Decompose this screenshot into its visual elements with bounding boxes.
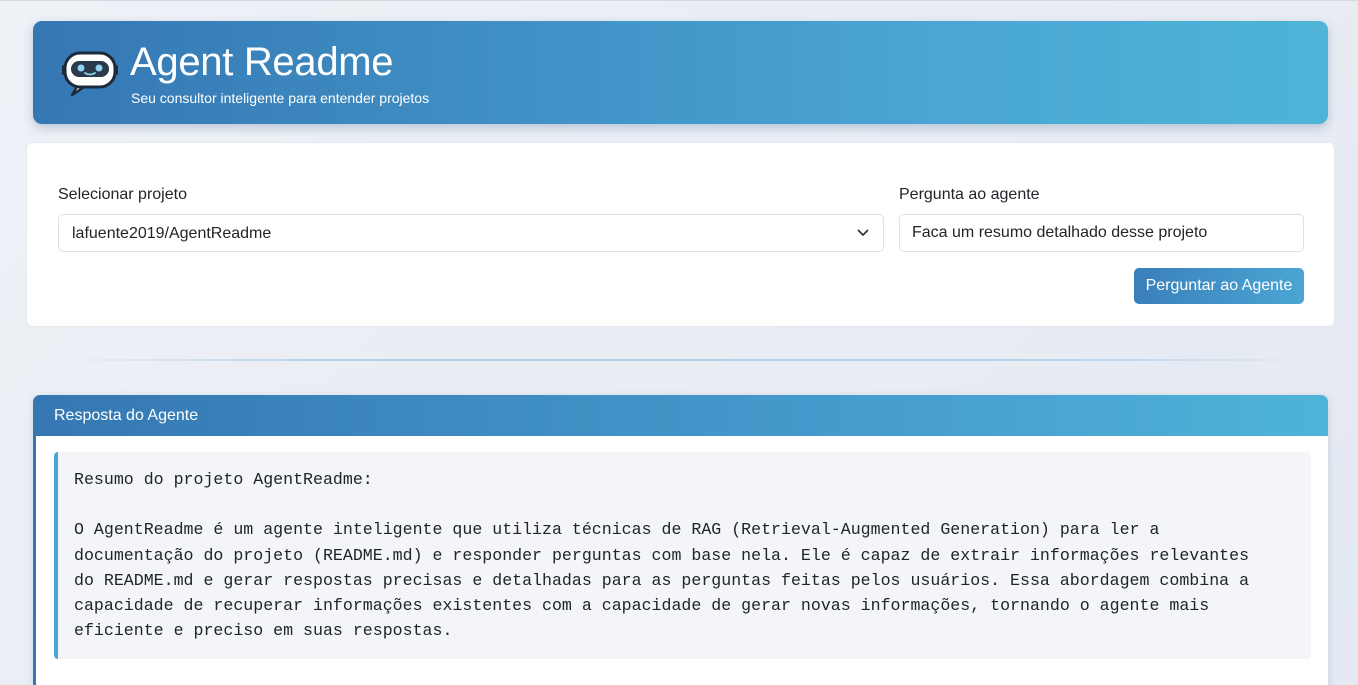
chevron-down-icon	[857, 229, 869, 236]
app-subtitle: Seu consultor inteligente para entender …	[131, 90, 430, 106]
top-border	[0, 0, 1358, 1]
query-form: Selecionar projeto lafuente2019/AgentRea…	[26, 142, 1335, 327]
project-select-label: Selecionar projeto	[58, 186, 187, 203]
project-select-value: lafuente2019/AgentReadme	[72, 225, 272, 242]
app-header: Agent Readme Seu consultor inteligente p…	[33, 21, 1328, 124]
app-title: Agent Readme	[130, 40, 394, 84]
response-content: Resumo do projeto AgentReadme: O AgentRe…	[54, 452, 1311, 659]
section-divider	[60, 359, 1320, 361]
response-panel-title: Resposta do Agente	[54, 407, 199, 424]
response-panel: Resposta do Agente Resumo do projeto Age…	[33, 395, 1328, 685]
response-panel-header: Resposta do Agente	[33, 395, 1328, 436]
question-input[interactable]	[899, 214, 1304, 252]
response-text: Resumo do projeto AgentReadme: O AgentRe…	[74, 470, 1250, 641]
ask-agent-button[interactable]: Perguntar ao Agente	[1134, 268, 1304, 304]
question-input-label: Pergunta ao agente	[899, 186, 1040, 203]
project-select[interactable]: lafuente2019/AgentReadme	[58, 214, 884, 252]
robot-chat-icon	[62, 51, 118, 97]
response-accent-bar	[33, 436, 36, 685]
